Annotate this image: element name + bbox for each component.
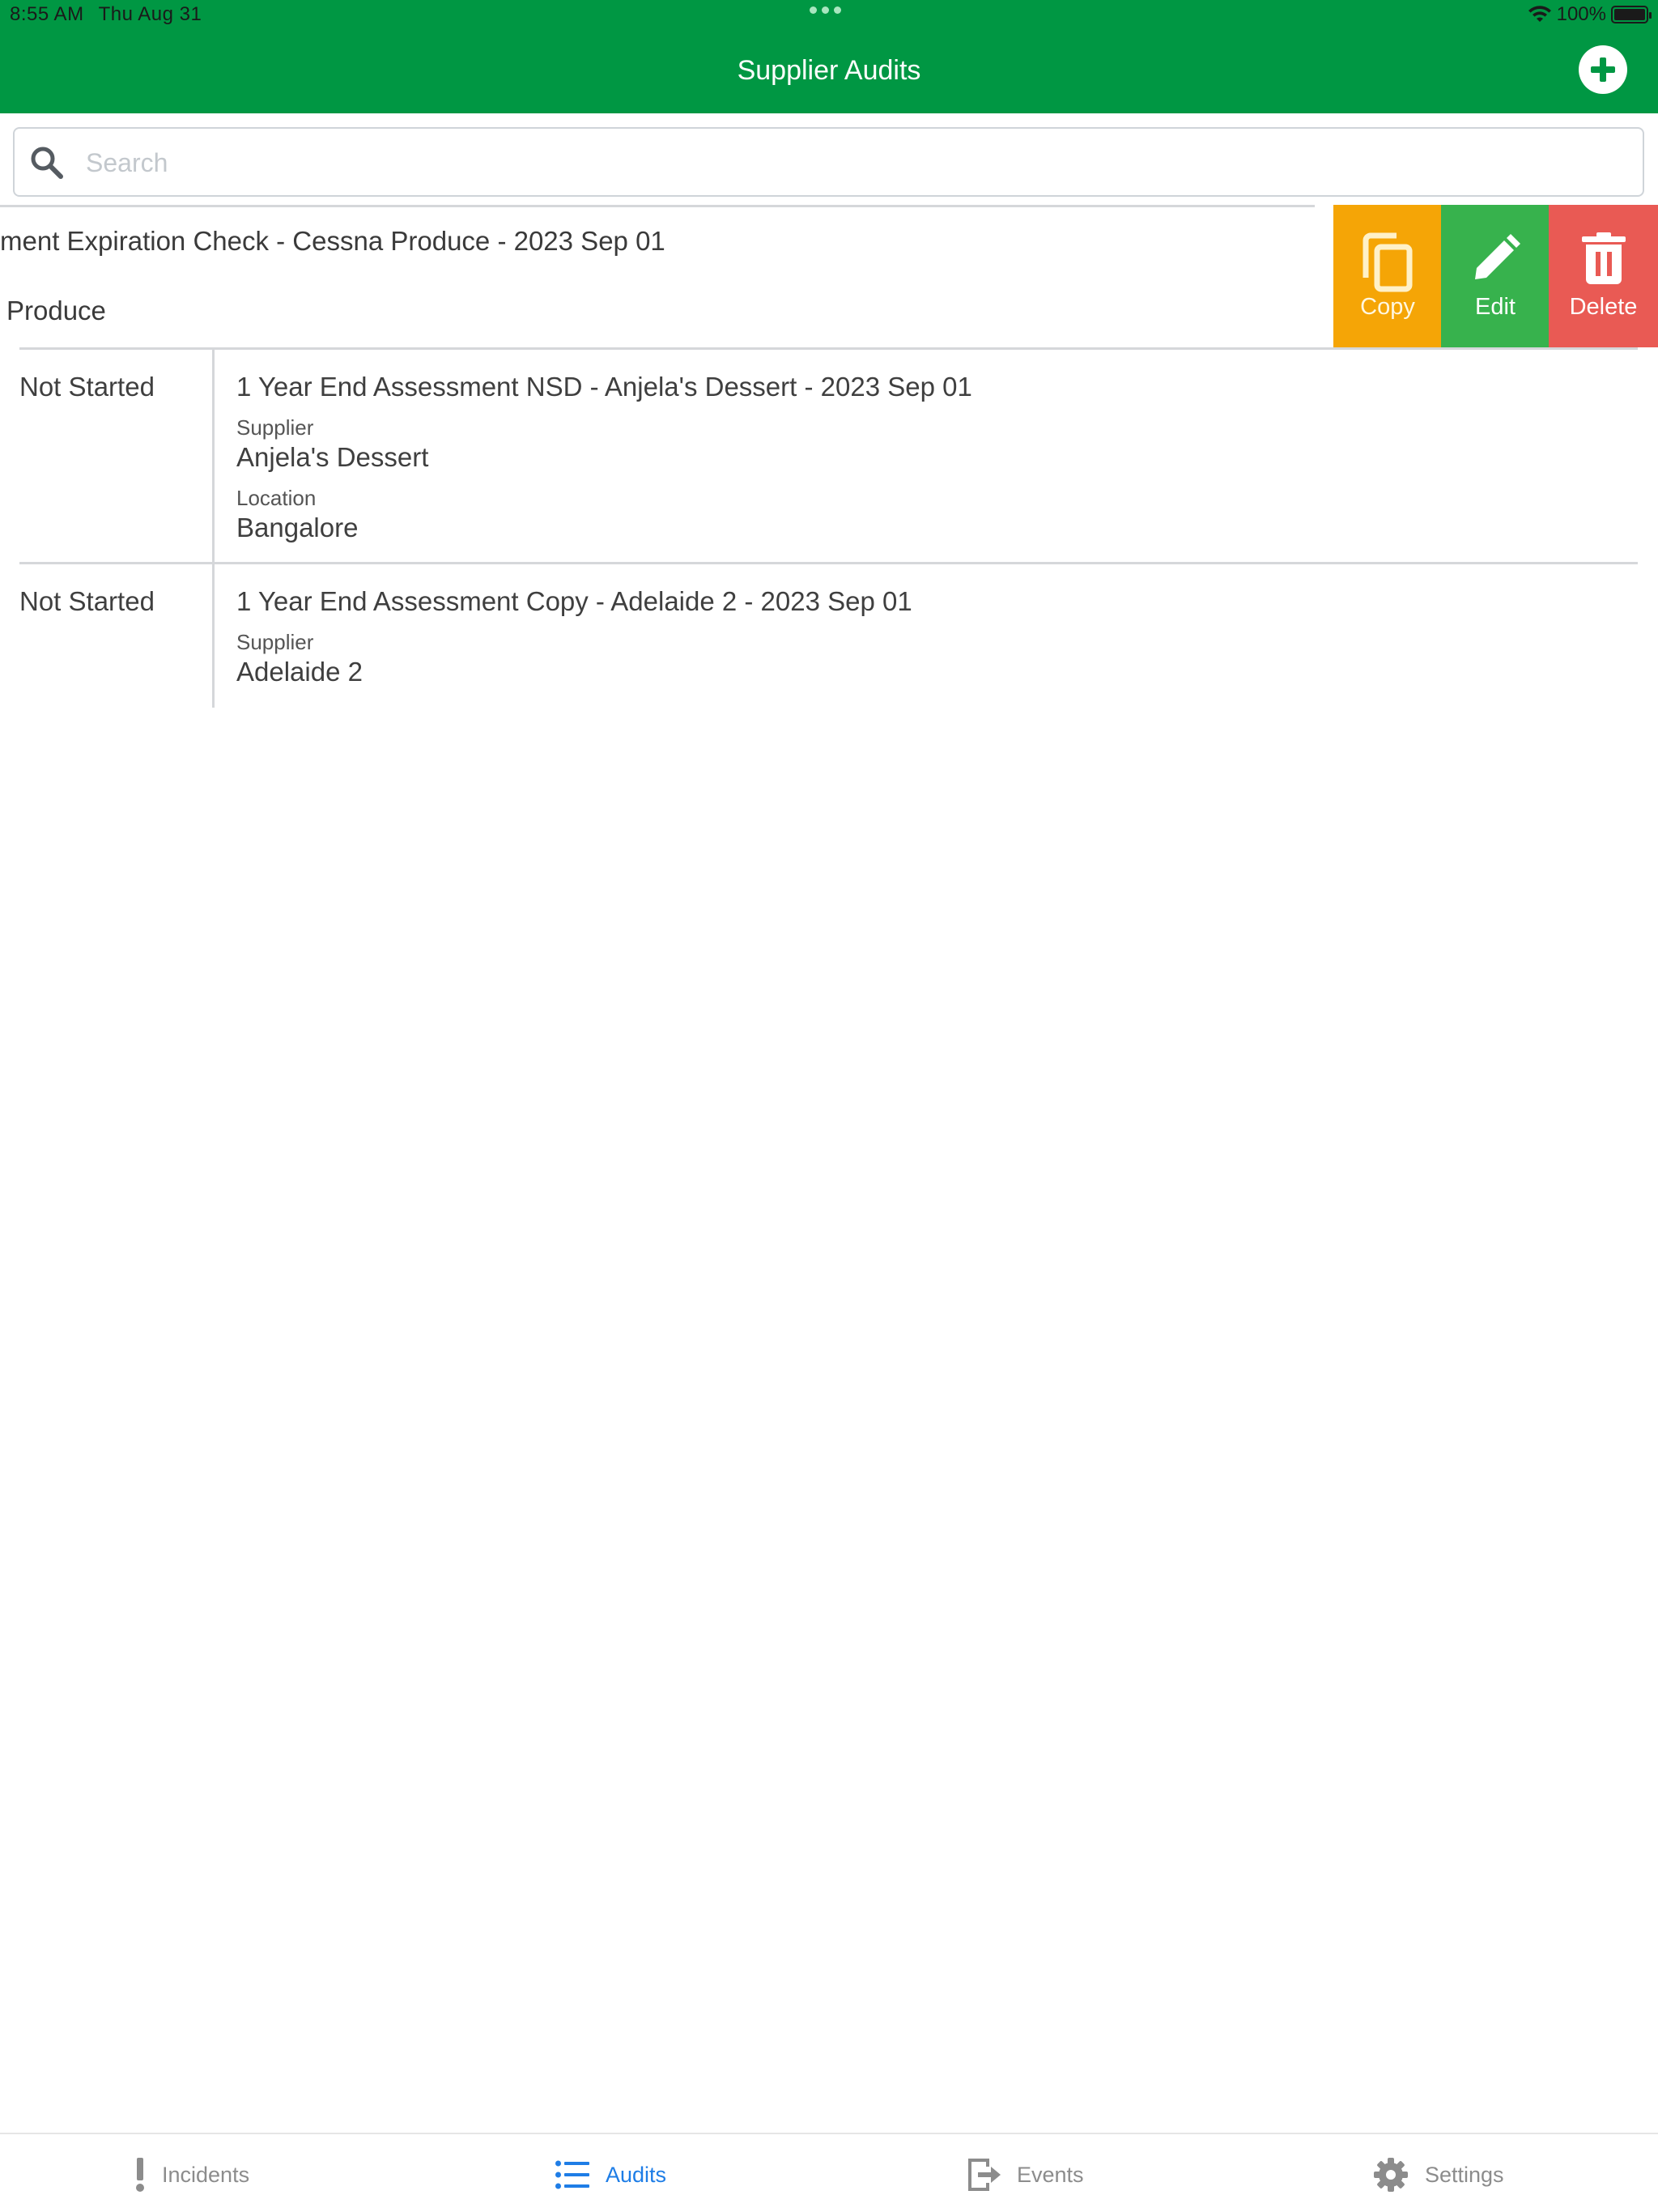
app-root: 8:55 AM Thu Aug 31 100% Supplier Audits	[0, 0, 1658, 2212]
page-title: Supplier Audits	[737, 55, 921, 86]
copy-button[interactable]: Copy	[1333, 205, 1442, 347]
status-bar-right: 100%	[1528, 3, 1652, 26]
search-input[interactable]	[86, 143, 1608, 182]
audit-title: ment Expiration Check - Cessna Produce -…	[0, 226, 665, 256]
pencil-icon	[1475, 234, 1520, 279]
wifi-icon	[1528, 6, 1551, 22]
audit-info: 1 Year End Assessment Copy - Adelaide 2 …	[236, 586, 912, 687]
search-icon	[31, 147, 63, 179]
supplier-value: Anjela's Dessert	[236, 442, 429, 472]
audit-info: 1 Year End Assessment NSD - Anjela's Des…	[236, 372, 972, 543]
list-icon	[555, 2160, 589, 2189]
battery-icon	[1611, 6, 1652, 23]
tab-settings[interactable]: Settings	[1373, 2155, 1504, 2194]
location-value: Bangalore	[236, 513, 359, 542]
audit-title: 1 Year End Assessment Copy - Adelaide 2 …	[236, 586, 912, 616]
status-bar-left: 8:55 AM Thu Aug 31	[10, 3, 216, 26]
tab-label: Audits	[606, 2162, 667, 2187]
tab-label: Settings	[1425, 2162, 1504, 2187]
supplier-value: Adelaide 2	[236, 657, 363, 687]
copy-icon	[1363, 232, 1413, 292]
delete-button[interactable]: Delete	[1549, 205, 1658, 347]
search-bar[interactable]	[13, 127, 1644, 197]
audit-row-swiped[interactable]: ment Expiration Check - Cessna Produce -…	[0, 205, 1658, 347]
plus-icon	[1591, 57, 1615, 82]
audit-row[interactable]: Not Started 1 Year End Assessment NSD - …	[0, 347, 1658, 564]
supplier-label: Supplier	[236, 630, 314, 654]
multitasking-dots-icon[interactable]	[810, 6, 841, 14]
audit-supplier: Produce	[6, 296, 106, 325]
trash-icon	[1581, 232, 1626, 284]
row-divider	[19, 347, 1638, 350]
tab-events[interactable]: Events	[967, 2155, 1084, 2194]
gear-icon	[1374, 2158, 1408, 2192]
audit-row[interactable]: Not Started 1 Year End Assessment Copy -…	[0, 562, 1658, 708]
supplier-label: Supplier	[236, 415, 314, 440]
app-header: 8:55 AM Thu Aug 31 100% Supplier Audits	[0, 0, 1658, 113]
audit-status: Not Started	[19, 372, 155, 402]
exit-icon	[968, 2159, 1001, 2191]
audit-title: 1 Year End Assessment NSD - Anjela's Des…	[236, 372, 972, 402]
tab-incidents[interactable]: Incidents	[134, 2155, 249, 2194]
copy-label: Copy	[1360, 294, 1415, 320]
location-label: Location	[236, 486, 317, 510]
battery-percent: 100%	[1556, 3, 1606, 25]
row-divider	[19, 562, 1638, 564]
tab-label: Incidents	[162, 2162, 250, 2187]
edit-button[interactable]: Edit	[1441, 205, 1550, 347]
exclamation-icon	[136, 2158, 144, 2192]
tab-bar: Incidents Audits Events Settings	[0, 2133, 1658, 2212]
tab-audits[interactable]: Audits	[555, 2155, 666, 2194]
row-divider	[0, 205, 1315, 207]
status-time: 8:55 AM	[10, 3, 84, 25]
column-divider	[212, 564, 215, 708]
tab-label: Events	[1017, 2162, 1084, 2187]
audit-status: Not Started	[19, 586, 155, 616]
column-divider	[212, 350, 215, 564]
delete-label: Delete	[1569, 294, 1638, 320]
edit-label: Edit	[1475, 294, 1516, 320]
add-audit-button[interactable]	[1579, 45, 1627, 94]
status-date: Thu Aug 31	[98, 3, 202, 25]
